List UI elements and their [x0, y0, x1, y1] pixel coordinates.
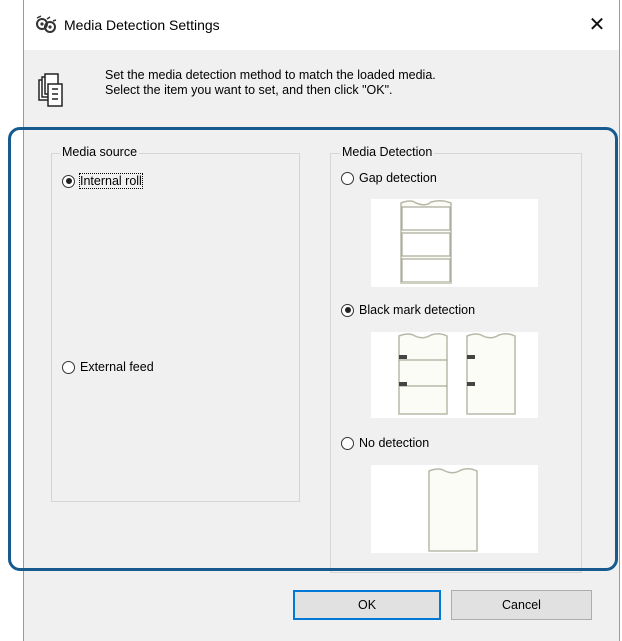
radio-gap-detection-indicator[interactable]: [341, 171, 354, 185]
black-mark-media-illustration-svg: [398, 332, 516, 415]
radio-gap-detection-label: Gap detection: [359, 171, 437, 185]
continuous-media-illustration-svg: [428, 467, 478, 552]
radio-external-feed[interactable]: External feed: [62, 360, 154, 374]
window-title: Media Detection Settings: [64, 17, 220, 33]
button-bar: OK Cancel: [24, 576, 619, 641]
ok-button[interactable]: OK: [293, 590, 441, 620]
radio-black-mark-detection-label: Black mark detection: [359, 303, 476, 317]
radio-external-feed-label: External feed: [80, 360, 154, 374]
radio-no-detection-label: No detection: [359, 436, 430, 450]
radio-internal-roll[interactable]: Internal roll: [62, 173, 143, 189]
gap-media-illustration-svg: [400, 199, 452, 284]
media-source-label: Media source: [60, 145, 140, 159]
media-detection-label: Media Detection: [340, 145, 435, 159]
instruction-line-1: Set the media detection method to match …: [105, 68, 436, 82]
radio-internal-roll-indicator[interactable]: [62, 174, 75, 188]
gap-media-illustration: [371, 199, 538, 287]
media-roll-icon: [38, 73, 63, 107]
media-detection-dialog: Media Detection Settings ✕ Set the media…: [23, 0, 620, 641]
black-mark-media-illustration: [371, 332, 538, 418]
radio-external-feed-indicator[interactable]: [62, 360, 75, 374]
radio-black-mark-detection[interactable]: Black mark detection: [341, 303, 475, 317]
radio-internal-roll-label: Internal roll: [79, 173, 143, 189]
continuous-media-illustration: [371, 465, 538, 553]
close-icon: ✕: [588, 14, 606, 36]
instruction-line-2: Select the item you want to set, and the…: [105, 83, 393, 97]
radio-no-detection[interactable]: No detection: [341, 436, 429, 450]
radio-gap-detection[interactable]: Gap detection: [341, 171, 437, 185]
radio-no-detection-indicator[interactable]: [341, 436, 354, 450]
radio-black-mark-detection-indicator[interactable]: [341, 303, 354, 317]
printer-settings-icon: [36, 15, 57, 33]
title-bar: Media Detection Settings ✕: [24, 0, 619, 50]
media-source-group: [51, 153, 300, 502]
close-button[interactable]: ✕: [575, 6, 619, 44]
cancel-button[interactable]: Cancel: [451, 590, 592, 620]
